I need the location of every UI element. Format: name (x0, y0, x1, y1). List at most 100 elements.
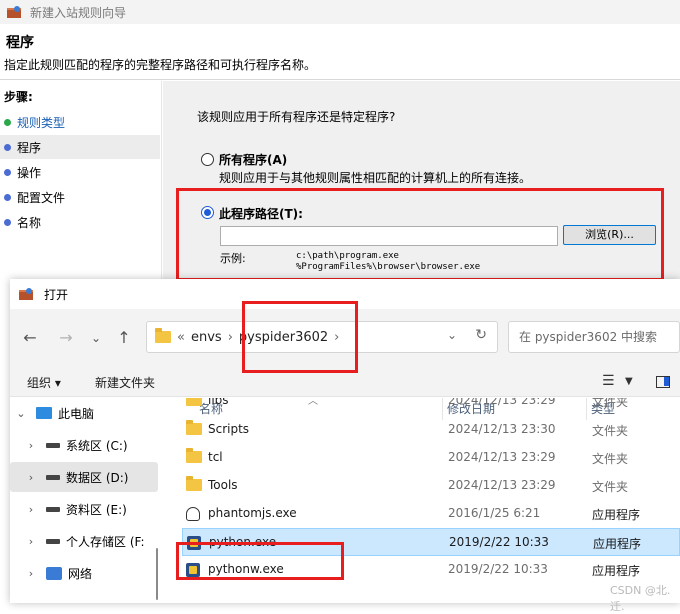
file-date: 2024/12/13 23:30 (448, 422, 556, 436)
nav-item-drive-d[interactable]: › 数据区 (D:) (10, 462, 158, 492)
open-file-dialog: 打开 ← → ⌄ ↑ « envs › pyspider3602 › ⌄ ↻ 在… (10, 279, 680, 613)
dialog-toolbar: 组织 ▾ 新建文件夹 ☰ ▼ (10, 367, 680, 397)
program-path-label[interactable]: 此程序路径(T): (219, 205, 303, 222)
recent-locations-chevron-icon[interactable]: ⌄ (84, 326, 108, 350)
nav-item-label: 资料区 (E:) (66, 502, 127, 517)
dialog-titlebar: 打开 (10, 279, 680, 309)
file-type: 应用程序 (593, 537, 642, 551)
dialog-title: 打开 (44, 287, 69, 302)
file-name: phantomjs.exe (208, 506, 297, 520)
file-type: 文件夹 (592, 480, 629, 494)
step-name[interactable]: 名称 (0, 210, 160, 234)
file-row-libs[interactable]: libs 2024/12/13 23:29 文件夹 (182, 398, 680, 415)
navigation-pane: ⌄ 此电脑 › 系统区 (C:) › 数据区 (D:) › 资料区 (E:) ›… (10, 398, 162, 603)
computer-icon (36, 407, 52, 419)
wizard-titlebar: 新建入站规则向导 (0, 0, 680, 24)
expand-chevron-icon[interactable]: › (20, 471, 42, 484)
file-type: 应用程序 (592, 564, 641, 578)
nav-item-network[interactable]: › 网络 (10, 558, 158, 588)
file-type: 文件夹 (592, 398, 629, 409)
program-path-radio[interactable] (201, 206, 214, 219)
file-date: 2019/2/22 10:33 (448, 562, 548, 576)
step-dot-icon (4, 118, 11, 126)
file-row-tcl[interactable]: tcl 2024/12/13 23:29 文件夹 (182, 444, 680, 472)
program-path-input[interactable] (220, 226, 558, 246)
file-name: python.exe (209, 535, 277, 549)
breadcrumb-envs[interactable]: envs (191, 330, 222, 345)
file-row-pythonw-exe[interactable]: pythonw.exe 2019/2/22 10:33 应用程序 (182, 556, 680, 584)
all-programs-radio[interactable] (201, 153, 214, 166)
network-icon (46, 566, 62, 580)
nav-item-label: 系统区 (C:) (66, 438, 128, 453)
forward-arrow-icon[interactable]: → (54, 326, 78, 350)
expand-chevron-icon[interactable]: › (20, 535, 42, 548)
steps-label: 步骤: (4, 90, 33, 104)
file-type: 应用程序 (592, 508, 641, 522)
step-action[interactable]: 操作 (0, 160, 160, 184)
preview-pane-icon[interactable] (656, 376, 670, 388)
nav-item-label: 网络 (68, 566, 93, 581)
example-path-1: c:\path\program.exe (296, 251, 399, 261)
file-name: tcl (208, 450, 223, 464)
refresh-icon[interactable]: ↻ (475, 327, 487, 343)
expand-chevron-icon[interactable]: › (20, 439, 42, 452)
file-name: Tools (208, 478, 238, 492)
file-date: 2019/2/22 10:33 (449, 535, 549, 549)
file-name: pythonw.exe (208, 562, 284, 576)
all-programs-label[interactable]: 所有程序(A) (219, 151, 287, 168)
expand-chevron-icon[interactable]: › (20, 567, 42, 580)
view-options-icon[interactable]: ☰ (602, 373, 615, 389)
breadcrumb-overflow-icon[interactable]: « (177, 330, 185, 345)
file-name: libs (208, 398, 229, 407)
breadcrumb-separator-icon[interactable]: › (228, 330, 233, 345)
expand-chevron-icon[interactable]: ⌄ (10, 407, 32, 420)
step-label: 配置文件 (17, 190, 66, 205)
step-profile[interactable]: 配置文件 (0, 185, 160, 209)
address-dropdown-icon[interactable]: ⌄ (447, 328, 457, 342)
breadcrumb-separator-icon[interactable]: › (334, 330, 339, 345)
all-programs-description: 规则应用于与其他规则属性相匹配的计算机上的所有连接。 (219, 171, 532, 185)
wizard-content: 该规则应用于所有程序还是特定程序? 所有程序(A) 规则应用于与其他规则属性相匹… (163, 81, 680, 281)
up-arrow-icon[interactable]: ↑ (112, 326, 136, 350)
file-row-python-exe[interactable]: python.exe 2019/2/22 10:33 应用程序 (182, 528, 680, 556)
nav-scrollbar[interactable] (156, 548, 158, 600)
breadcrumb-pyspider3602[interactable]: pyspider3602 (239, 330, 328, 345)
expand-chevron-icon[interactable]: › (20, 503, 42, 516)
step-program[interactable]: 程序 (0, 135, 160, 159)
drive-icon (46, 474, 60, 480)
python-exe-icon (187, 536, 201, 550)
search-input[interactable]: 在 pyspider3602 中搜索 (508, 321, 680, 353)
drive-icon (46, 442, 60, 448)
folder-icon (186, 398, 202, 406)
nav-item-drive-c[interactable]: › 系统区 (C:) (10, 430, 158, 460)
scope-question: 该规则应用于所有程序还是特定程序? (197, 110, 396, 124)
view-dropdown-icon[interactable]: ▼ (625, 376, 633, 387)
file-row-scripts[interactable]: Scripts 2024/12/13 23:30 文件夹 (182, 416, 680, 444)
new-folder-button[interactable]: 新建文件夹 (95, 374, 155, 391)
browse-button[interactable]: 浏览(R)... (563, 225, 656, 245)
step-label: 名称 (17, 215, 42, 230)
file-row-tools[interactable]: Tools 2024/12/13 23:29 文件夹 (182, 472, 680, 500)
step-rule-type[interactable]: 规则类型 (0, 110, 160, 134)
nav-item-drive-f[interactable]: › 个人存储区 (F: (10, 526, 158, 556)
drive-icon (46, 506, 60, 512)
file-date: 2016/1/25 6:21 (448, 506, 541, 520)
address-bar[interactable]: « envs › pyspider3602 › ⌄ ↻ (146, 321, 498, 353)
file-list: ︿ 名称 修改日期 类型 libs 2024/12/13 23:29 文件夹 S… (166, 398, 680, 603)
folder-icon (186, 448, 202, 463)
example-path-2: %ProgramFiles%\browser\browser.exe (296, 262, 481, 272)
organize-menu[interactable]: 组织 ▾ (27, 374, 61, 391)
step-label: 操作 (17, 165, 42, 180)
nav-item-drive-e[interactable]: › 资料区 (E:) (10, 494, 158, 524)
nav-item-label: 数据区 (D:) (66, 470, 129, 485)
drive-icon (46, 538, 60, 544)
firewall-app-icon (19, 288, 33, 300)
back-arrow-icon[interactable]: ← (18, 326, 42, 350)
file-name: Scripts (208, 422, 250, 436)
watermark: CSDN @北.迁. (610, 584, 671, 613)
step-dot-icon (4, 143, 11, 151)
phantomjs-ghost-icon (186, 507, 200, 521)
file-row-phantomjs[interactable]: phantomjs.exe 2016/1/25 6:21 应用程序 (182, 500, 680, 528)
nav-item-this-pc[interactable]: ⌄ 此电脑 (10, 398, 158, 428)
step-label: 规则类型 (17, 115, 66, 130)
